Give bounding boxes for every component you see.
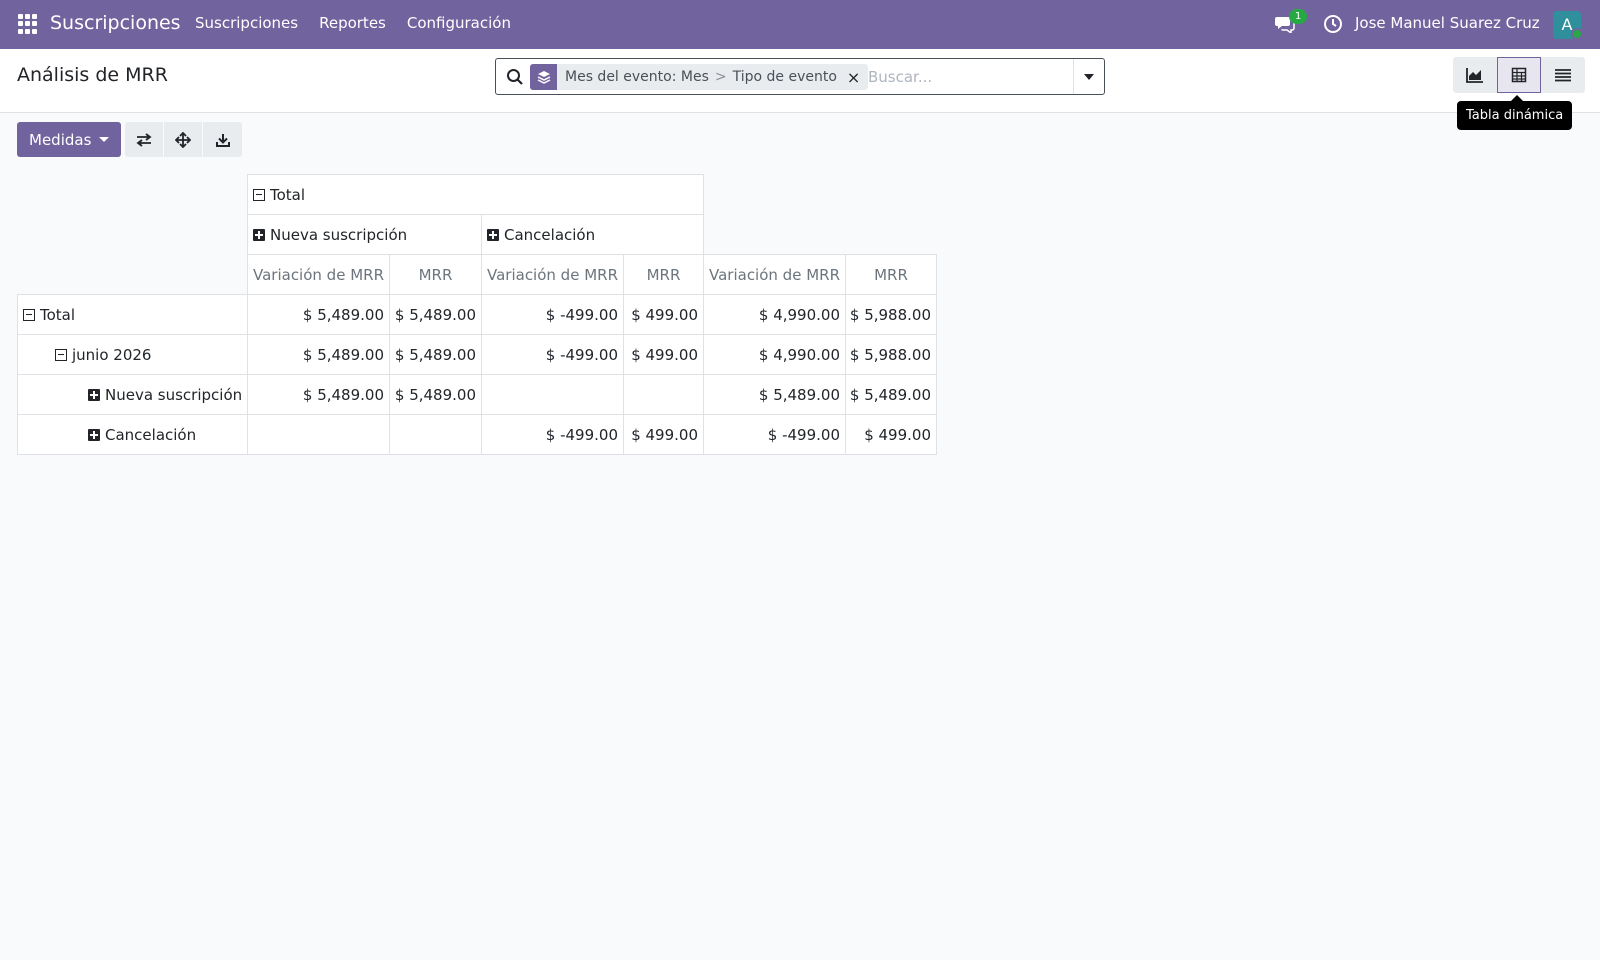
row-header-nueva-suscripcion[interactable]: Nueva suscripción: [17, 374, 248, 415]
col-header-nueva-suscripcion[interactable]: Nueva suscripción: [247, 214, 482, 255]
pivot-cell[interactable]: $ 5,489.00: [247, 374, 390, 415]
search-bar: Mes del evento: Mes > Tipo de evento ×: [495, 58, 1105, 95]
expand-icon: [88, 428, 100, 441]
pivot-cell[interactable]: $ 499.00: [623, 294, 704, 335]
facet-groupby-month: Mes del evento: Mes: [565, 69, 709, 85]
facet-groupby-event-type: Tipo de evento: [732, 69, 837, 85]
menu-item-reportes[interactable]: Reportes: [319, 14, 386, 32]
pivot-cell[interactable]: $ 5,489.00: [247, 294, 390, 335]
col-header-total[interactable]: Total: [247, 174, 704, 215]
menu-item-suscripciones[interactable]: Suscripciones: [195, 14, 298, 32]
search-options-toggle[interactable]: [1073, 59, 1104, 94]
search-input[interactable]: [866, 64, 1056, 90]
col-header-label: Nueva suscripción: [270, 225, 408, 244]
groupby-facet: Mes del evento: Mes > Tipo de evento ×: [530, 64, 869, 90]
pivot-cell[interactable]: [247, 414, 390, 455]
pivot-cell[interactable]: $ 5,489.00: [389, 334, 482, 375]
control-panel: Análisis de MRR Mes del evento: Mes > Ti…: [0, 49, 1600, 113]
row-header-total[interactable]: Total: [17, 294, 248, 335]
pivot-cell[interactable]: $ -499.00: [481, 414, 624, 455]
pivot-cell[interactable]: $ 5,489.00: [845, 374, 937, 415]
row-header-label: Total: [40, 305, 76, 324]
pivot-cell[interactable]: $ -499.00: [481, 294, 624, 335]
pivot-cell[interactable]: $ 4,990.00: [703, 334, 846, 375]
collapse-icon: [23, 308, 35, 321]
measure-header[interactable]: MRR: [389, 254, 482, 295]
col-header-label: Cancelación: [504, 225, 596, 244]
pivot-tools: [125, 122, 242, 157]
messages-badge: 1: [1289, 9, 1308, 24]
collapse-icon: [55, 348, 67, 361]
pivot-cell[interactable]: $ -499.00: [481, 334, 624, 375]
pivot-cell[interactable]: $ -499.00: [703, 414, 846, 455]
pivot-cell[interactable]: [481, 374, 624, 415]
download-button[interactable]: [203, 122, 242, 157]
measure-header[interactable]: MRR: [845, 254, 937, 295]
online-status-icon: [1571, 28, 1583, 40]
pivot-cell[interactable]: [623, 374, 704, 415]
expand-all-button[interactable]: [164, 122, 203, 157]
pivot-cell[interactable]: $ 499.00: [845, 414, 937, 455]
row-header-label: Cancelación: [105, 425, 197, 444]
search-icon[interactable]: [506, 68, 524, 86]
row-header-label: Nueva suscripción: [105, 385, 243, 404]
pivot-cell[interactable]: $ 5,988.00: [845, 294, 937, 335]
pivot-view-button[interactable]: [1497, 57, 1541, 93]
expand-all-icon: [175, 131, 191, 148]
main-menu: Suscripciones Reportes Configuración: [195, 14, 532, 32]
user-name[interactable]: Jose Manuel Suarez Cruz: [1355, 14, 1540, 32]
download-icon: [215, 133, 230, 147]
apps-menu-icon[interactable]: [18, 14, 38, 34]
col-header-cancelacion[interactable]: Cancelación: [481, 214, 704, 255]
page-title: Análisis de MRR: [17, 64, 168, 86]
pivot-cell[interactable]: $ 5,988.00: [845, 334, 937, 375]
app-name[interactable]: Suscripciones: [50, 12, 181, 34]
graph-icon: [1466, 68, 1483, 83]
flip-axis-icon: [136, 132, 152, 147]
pivot-cell[interactable]: [389, 414, 482, 455]
measure-header[interactable]: MRR: [623, 254, 704, 295]
collapse-icon: [253, 188, 265, 201]
facet-label: Mes del evento: Mes > Tipo de evento: [557, 69, 845, 85]
measures-label: Medidas: [29, 130, 92, 149]
layers-icon: [530, 64, 557, 90]
pivot-cell[interactable]: $ 5,489.00: [389, 294, 482, 335]
col-header-label: Total: [270, 185, 306, 204]
graph-view-button[interactable]: [1453, 57, 1497, 93]
pivot-icon: [1511, 67, 1527, 83]
pivot-cell[interactable]: $ 499.00: [623, 414, 704, 455]
list-icon: [1555, 69, 1571, 82]
pivot-cell[interactable]: $ 5,489.00: [247, 334, 390, 375]
pivot-cell[interactable]: $ 5,489.00: [389, 374, 482, 415]
menu-item-configuracion[interactable]: Configuración: [407, 14, 511, 32]
caret-down-icon: [1084, 73, 1094, 80]
measure-header[interactable]: Variación de MRR: [703, 254, 846, 295]
top-navbar: Suscripciones Suscripciones Reportes Con…: [0, 0, 1600, 49]
facet-separator: >: [714, 69, 727, 85]
view-switcher: [1453, 57, 1585, 93]
pivot-cell[interactable]: $ 5,489.00: [703, 374, 846, 415]
row-header-label: junio 2026: [72, 345, 152, 364]
activity-clock-icon[interactable]: [1323, 14, 1343, 34]
pivot-cell[interactable]: $ 499.00: [623, 334, 704, 375]
list-view-button[interactable]: [1541, 57, 1585, 93]
measure-header[interactable]: Variación de MRR: [247, 254, 390, 295]
measures-button[interactable]: Medidas: [17, 122, 122, 157]
facet-remove-icon[interactable]: ×: [845, 68, 868, 87]
measure-header[interactable]: Variación de MRR: [481, 254, 624, 295]
expand-icon: [88, 388, 100, 401]
row-header-cancelacion[interactable]: Cancelación: [17, 414, 248, 455]
expand-icon: [487, 228, 499, 241]
row-header-junio-2026[interactable]: junio 2026: [17, 334, 248, 375]
flip-axis-button[interactable]: [125, 122, 164, 157]
view-tooltip: Tabla dinámica: [1457, 95, 1573, 130]
caret-down-icon: [99, 137, 110, 142]
pivot-cell[interactable]: $ 4,990.00: [703, 294, 846, 335]
expand-icon: [253, 228, 265, 241]
